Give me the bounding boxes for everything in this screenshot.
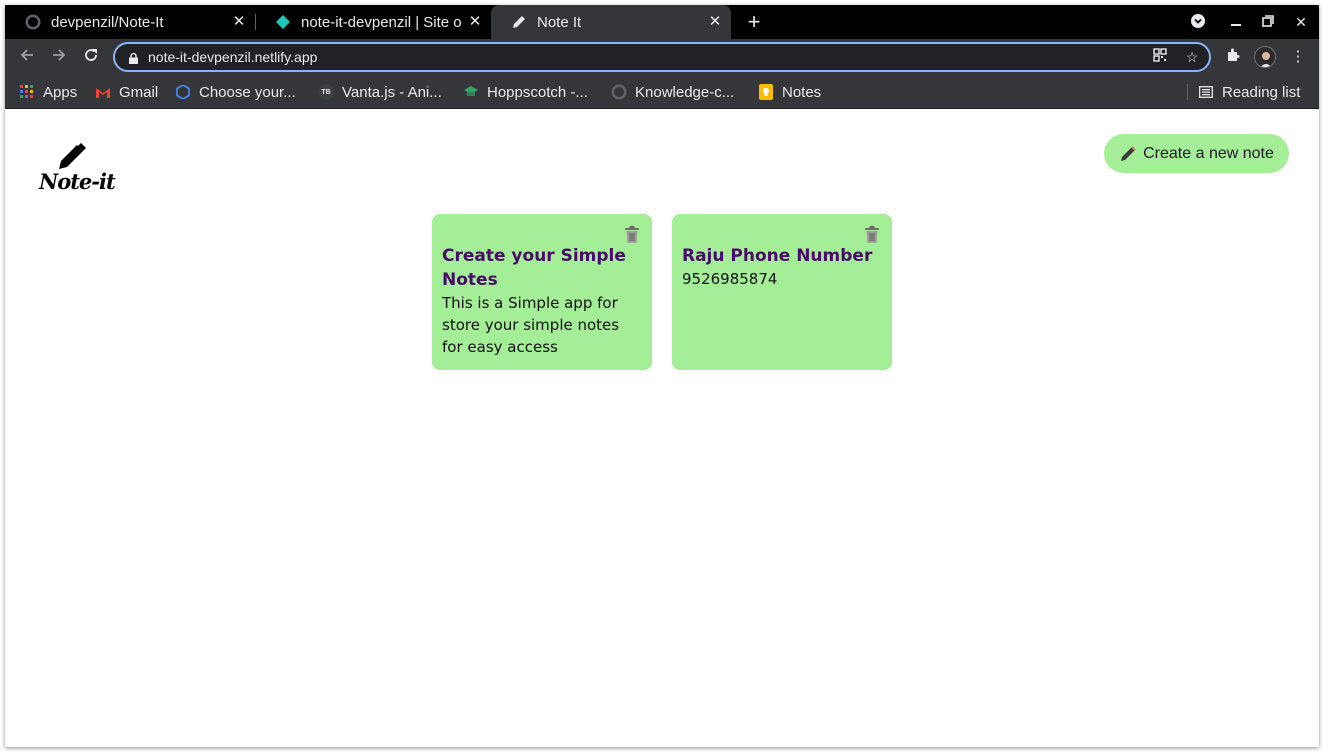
bookmark-gmail[interactable]: Gmail [95,75,158,109]
lock-icon [129,51,138,64]
bookmark-label: Vanta.js - Ani... [342,83,442,101]
browser-window: devpenzil/Note-It ✕ note-it-devpenzil | … [5,5,1319,747]
pencil-icon [1119,145,1137,163]
tab-strip: devpenzil/Note-It ✕ note-it-devpenzil | … [5,5,1319,39]
forward-icon[interactable] [49,47,69,67]
create-note-button[interactable]: Create a new note [1104,134,1289,173]
extensions-icon[interactable] [1223,47,1243,67]
reading-list-label: Reading list [1222,83,1301,101]
reading-list-icon [1198,84,1214,100]
profile-avatar[interactable] [1254,46,1276,68]
keep-icon [758,84,774,100]
bookmarks-bar: Apps Gmail Choose your... TB Vanta.js - … [5,75,1319,109]
netlify-icon [275,14,291,30]
bookmark-notes[interactable]: Notes [758,75,821,109]
note-title: Create your Simple Notes [442,246,626,290]
github-icon [25,14,41,30]
bookmark-choose-your[interactable]: Choose your... [175,75,296,109]
cube-icon [175,84,191,100]
close-tab-icon[interactable]: ✕ [467,14,483,30]
reload-icon[interactable] [81,47,101,67]
tab-note-it[interactable]: Note It ✕ [491,5,731,39]
tab-netlify[interactable]: note-it-devpenzil | Site o ✕ [255,5,491,39]
bookmark-star-icon[interactable]: ☆ [1183,48,1201,66]
tab-title: devpenzil/Note-It [51,13,164,31]
new-tab-icon[interactable]: + [743,11,765,33]
bookmark-label: Knowledge-c... [635,83,735,101]
bookmarks-divider [1187,84,1188,100]
page-content: Note-it Create a new note Create your Si… [5,109,1319,747]
pencil-icon [511,14,527,30]
bookmark-apps[interactable]: Apps [19,75,77,109]
back-icon[interactable] [17,47,37,67]
tab-github[interactable]: devpenzil/Note-It ✕ [5,5,255,39]
hoppscotch-icon [463,84,479,100]
bookmark-label: Choose your... [199,83,296,101]
pencil-icon [59,143,86,169]
restore-icon[interactable] [1259,13,1277,31]
minimize-icon[interactable] [1227,13,1245,31]
bookmark-vanta[interactable]: TB Vanta.js - Ani... [318,75,442,109]
bookmark-label: Gmail [119,83,159,101]
close-tab-icon[interactable]: ✕ [231,14,247,30]
bookmark-label: Notes [782,83,822,101]
note-card[interactable]: Raju Phone Number 9526985874 [672,214,892,370]
note-body: This is a Simple app for store your simp… [442,294,620,356]
bookmark-hoppscotch[interactable]: Hoppscotch -... [463,75,588,109]
github-icon [611,84,627,100]
apps-grid-icon [19,84,35,100]
trash-icon[interactable] [864,226,880,244]
note-title: Raju Phone Number [682,246,873,266]
tb-icon: TB [318,84,334,100]
bookmark-knowledge[interactable]: Knowledge-c... [611,75,734,109]
gmail-icon [95,84,111,100]
note-body: 9526985874 [682,270,778,288]
qr-code-icon[interactable] [1151,48,1169,66]
address-bar[interactable]: note-it-devpenzil.netlify.app ☆ [113,42,1211,72]
menu-kebab-icon[interactable]: ⋮ [1288,47,1308,67]
create-note-label: Create a new note [1143,144,1274,162]
close-tab-icon[interactable]: ✕ [707,14,723,30]
note-card[interactable]: Create your Simple Notes This is a Simpl… [432,214,652,370]
reading-list-button[interactable]: Reading list [1198,75,1300,109]
close-window-icon[interactable]: ✕ [1292,13,1310,31]
bookmark-label: Apps [43,83,78,101]
tab-title: note-it-devpenzil | Site o [301,13,462,31]
browser-toolbar: note-it-devpenzil.netlify.app ☆ ⋮ [5,39,1319,75]
tab-search-icon[interactable] [1189,13,1207,31]
logo-text: Note-it [39,169,116,194]
tab-title: Note It [537,13,582,31]
trash-icon[interactable] [624,226,640,244]
bookmark-label: Hoppscotch -... [487,83,588,101]
url-text: note-it-devpenzil.netlify.app [148,49,318,65]
